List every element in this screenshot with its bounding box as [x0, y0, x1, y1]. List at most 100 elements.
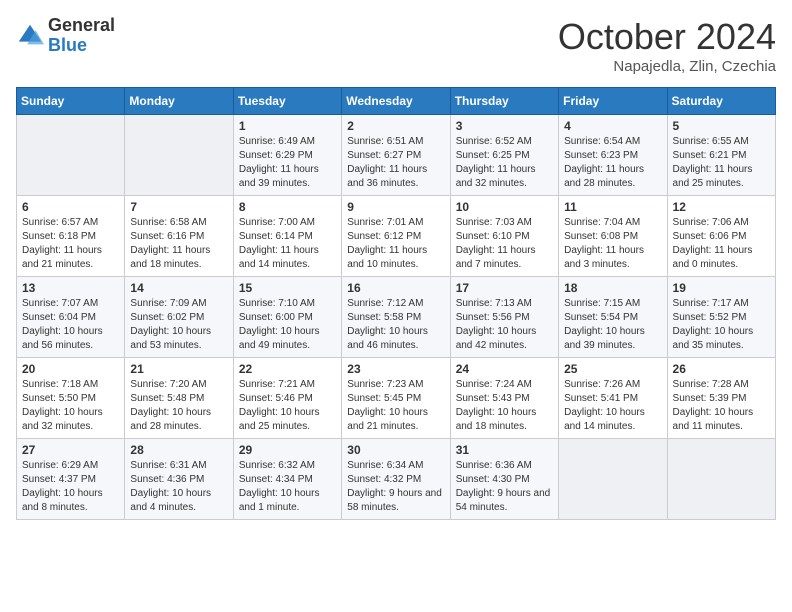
- day-number: 30: [347, 443, 444, 457]
- week-row-5: 27 Sunrise: 6:29 AM Sunset: 4:37 PM Dayli…: [17, 439, 776, 520]
- day-header-wednesday: Wednesday: [342, 88, 450, 115]
- week-row-4: 20 Sunrise: 7:18 AM Sunset: 5:50 PM Dayli…: [17, 358, 776, 439]
- calendar-cell: 20 Sunrise: 7:18 AM Sunset: 5:50 PM Dayli…: [17, 358, 125, 439]
- calendar-cell: 18 Sunrise: 7:15 AM Sunset: 5:54 PM Dayli…: [559, 277, 667, 358]
- day-number: 19: [673, 281, 770, 295]
- calendar-cell: 3Sunrise: 6:52 AM Sunset: 6:25 PM Daylig…: [450, 115, 558, 196]
- calendar-cell: 4Sunrise: 6:54 AM Sunset: 6:23 PM Daylig…: [559, 115, 667, 196]
- day-info: Sunrise: 7:18 AM Sunset: 5:50 PM Dayligh…: [22, 378, 119, 434]
- day-number: 15: [239, 281, 336, 295]
- day-number: 21: [130, 362, 227, 376]
- day-info: Sunrise: 7:09 AM Sunset: 6:02 PM Dayligh…: [130, 297, 227, 353]
- logo: General Blue: [16, 16, 115, 56]
- day-header-saturday: Saturday: [667, 88, 775, 115]
- day-number: 9: [347, 200, 444, 214]
- day-info: Sunrise: 7:15 AM Sunset: 5:54 PM Dayligh…: [564, 297, 661, 353]
- calendar-cell: 21 Sunrise: 7:20 AM Sunset: 5:48 PM Dayli…: [125, 358, 233, 439]
- day-number: 2: [347, 119, 444, 133]
- day-info: Sunrise: 6:52 AM Sunset: 6:25 PM Dayligh…: [456, 135, 553, 191]
- day-number: 24: [456, 362, 553, 376]
- day-number: 1: [239, 119, 336, 133]
- week-row-2: 6 Sunrise: 6:57 AM Sunset: 6:18 PM Daylig…: [17, 196, 776, 277]
- calendar-cell: 25 Sunrise: 7:26 AM Sunset: 5:41 PM Dayli…: [559, 358, 667, 439]
- day-number: 23: [347, 362, 444, 376]
- day-number: 10: [456, 200, 553, 214]
- calendar-cell: 8Sunrise: 7:00 AM Sunset: 6:14 PM Daylig…: [233, 196, 341, 277]
- day-info: Sunrise: 6:55 AM Sunset: 6:21 PM Dayligh…: [673, 135, 770, 191]
- day-number: 5: [673, 119, 770, 133]
- logo-icon: [16, 22, 44, 50]
- calendar-cell: 9 Sunrise: 7:01 AM Sunset: 6:12 PM Daylig…: [342, 196, 450, 277]
- day-info: Sunrise: 7:03 AM Sunset: 6:10 PM Dayligh…: [456, 216, 553, 272]
- day-info: Sunrise: 6:29 AM Sunset: 4:37 PM Dayligh…: [22, 459, 119, 515]
- calendar-cell: 12Sunrise: 7:06 AM Sunset: 6:06 PM Dayli…: [667, 196, 775, 277]
- calendar-table: SundayMondayTuesdayWednesdayThursdayFrid…: [16, 87, 776, 520]
- day-info: Sunrise: 6:32 AM Sunset: 4:34 PM Dayligh…: [239, 459, 336, 515]
- day-info: Sunrise: 7:26 AM Sunset: 5:41 PM Dayligh…: [564, 378, 661, 434]
- page-header: General Blue October 2024 Napajedla, Zli…: [16, 16, 776, 75]
- logo-text: General Blue: [48, 16, 115, 56]
- day-info: Sunrise: 7:10 AM Sunset: 6:00 PM Dayligh…: [239, 297, 336, 353]
- location-subtitle: Napajedla, Zlin, Czechia: [558, 58, 776, 75]
- logo-blue: Blue: [48, 36, 115, 56]
- day-info: Sunrise: 7:12 AM Sunset: 5:58 PM Dayligh…: [347, 297, 444, 353]
- day-number: 22: [239, 362, 336, 376]
- calendar-cell: 27 Sunrise: 6:29 AM Sunset: 4:37 PM Dayli…: [17, 439, 125, 520]
- day-info: Sunrise: 7:04 AM Sunset: 6:08 PM Dayligh…: [564, 216, 661, 272]
- month-title: October 2024: [558, 16, 776, 58]
- calendar-cell: 23 Sunrise: 7:23 AM Sunset: 5:45 PM Dayli…: [342, 358, 450, 439]
- calendar-cell: [17, 115, 125, 196]
- day-number: 6: [22, 200, 119, 214]
- week-row-1: 1 Sunrise: 6:49 AM Sunset: 6:29 PM Daylig…: [17, 115, 776, 196]
- calendar-cell: 29 Sunrise: 6:32 AM Sunset: 4:34 PM Dayli…: [233, 439, 341, 520]
- day-info: Sunrise: 6:51 AM Sunset: 6:27 PM Dayligh…: [347, 135, 444, 191]
- day-info: Sunrise: 6:36 AM Sunset: 4:30 PM Dayligh…: [456, 459, 553, 515]
- day-header-friday: Friday: [559, 88, 667, 115]
- day-number: 18: [564, 281, 661, 295]
- calendar-cell: 5 Sunrise: 6:55 AM Sunset: 6:21 PM Daylig…: [667, 115, 775, 196]
- title-block: October 2024 Napajedla, Zlin, Czechia: [558, 16, 776, 75]
- day-header-tuesday: Tuesday: [233, 88, 341, 115]
- day-info: Sunrise: 7:23 AM Sunset: 5:45 PM Dayligh…: [347, 378, 444, 434]
- calendar-cell: 6 Sunrise: 6:57 AM Sunset: 6:18 PM Daylig…: [17, 196, 125, 277]
- day-number: 27: [22, 443, 119, 457]
- week-row-3: 13Sunrise: 7:07 AM Sunset: 6:04 PM Dayli…: [17, 277, 776, 358]
- calendar-cell: [125, 115, 233, 196]
- day-info: Sunrise: 6:57 AM Sunset: 6:18 PM Dayligh…: [22, 216, 119, 272]
- calendar-cell: 19 Sunrise: 7:17 AM Sunset: 5:52 PM Dayli…: [667, 277, 775, 358]
- day-number: 25: [564, 362, 661, 376]
- calendar-cell: 13Sunrise: 7:07 AM Sunset: 6:04 PM Dayli…: [17, 277, 125, 358]
- calendar-cell: 22 Sunrise: 7:21 AM Sunset: 5:46 PM Dayli…: [233, 358, 341, 439]
- calendar-cell: 17Sunrise: 7:13 AM Sunset: 5:56 PM Dayli…: [450, 277, 558, 358]
- day-number: 29: [239, 443, 336, 457]
- calendar-cell: 30Sunrise: 6:34 AM Sunset: 4:32 PM Dayli…: [342, 439, 450, 520]
- calendar-cell: 26Sunrise: 7:28 AM Sunset: 5:39 PM Dayli…: [667, 358, 775, 439]
- day-number: 7: [130, 200, 227, 214]
- calendar-cell: 31 Sunrise: 6:36 AM Sunset: 4:30 PM Dayli…: [450, 439, 558, 520]
- calendar-cell: 24Sunrise: 7:24 AM Sunset: 5:43 PM Dayli…: [450, 358, 558, 439]
- calendar-cell: 2 Sunrise: 6:51 AM Sunset: 6:27 PM Daylig…: [342, 115, 450, 196]
- day-info: Sunrise: 6:49 AM Sunset: 6:29 PM Dayligh…: [239, 135, 336, 191]
- day-info: Sunrise: 7:01 AM Sunset: 6:12 PM Dayligh…: [347, 216, 444, 272]
- calendar-cell: 14Sunrise: 7:09 AM Sunset: 6:02 PM Dayli…: [125, 277, 233, 358]
- calendar-cell: [559, 439, 667, 520]
- day-info: Sunrise: 7:21 AM Sunset: 5:46 PM Dayligh…: [239, 378, 336, 434]
- day-number: 20: [22, 362, 119, 376]
- calendar-cell: [667, 439, 775, 520]
- day-info: Sunrise: 7:20 AM Sunset: 5:48 PM Dayligh…: [130, 378, 227, 434]
- day-number: 17: [456, 281, 553, 295]
- day-number: 11: [564, 200, 661, 214]
- day-info: Sunrise: 7:07 AM Sunset: 6:04 PM Dayligh…: [22, 297, 119, 353]
- calendar-cell: 10 Sunrise: 7:03 AM Sunset: 6:10 PM Dayli…: [450, 196, 558, 277]
- day-header-thursday: Thursday: [450, 88, 558, 115]
- calendar-cell: 11 Sunrise: 7:04 AM Sunset: 6:08 PM Dayli…: [559, 196, 667, 277]
- calendar-cell: 1 Sunrise: 6:49 AM Sunset: 6:29 PM Daylig…: [233, 115, 341, 196]
- day-info: Sunrise: 7:28 AM Sunset: 5:39 PM Dayligh…: [673, 378, 770, 434]
- logo-general: General: [48, 16, 115, 36]
- header-row: SundayMondayTuesdayWednesdayThursdayFrid…: [17, 88, 776, 115]
- day-info: Sunrise: 7:06 AM Sunset: 6:06 PM Dayligh…: [673, 216, 770, 272]
- calendar-cell: 15 Sunrise: 7:10 AM Sunset: 6:00 PM Dayli…: [233, 277, 341, 358]
- day-number: 31: [456, 443, 553, 457]
- calendar-cell: 7Sunrise: 6:58 AM Sunset: 6:16 PM Daylig…: [125, 196, 233, 277]
- day-info: Sunrise: 7:17 AM Sunset: 5:52 PM Dayligh…: [673, 297, 770, 353]
